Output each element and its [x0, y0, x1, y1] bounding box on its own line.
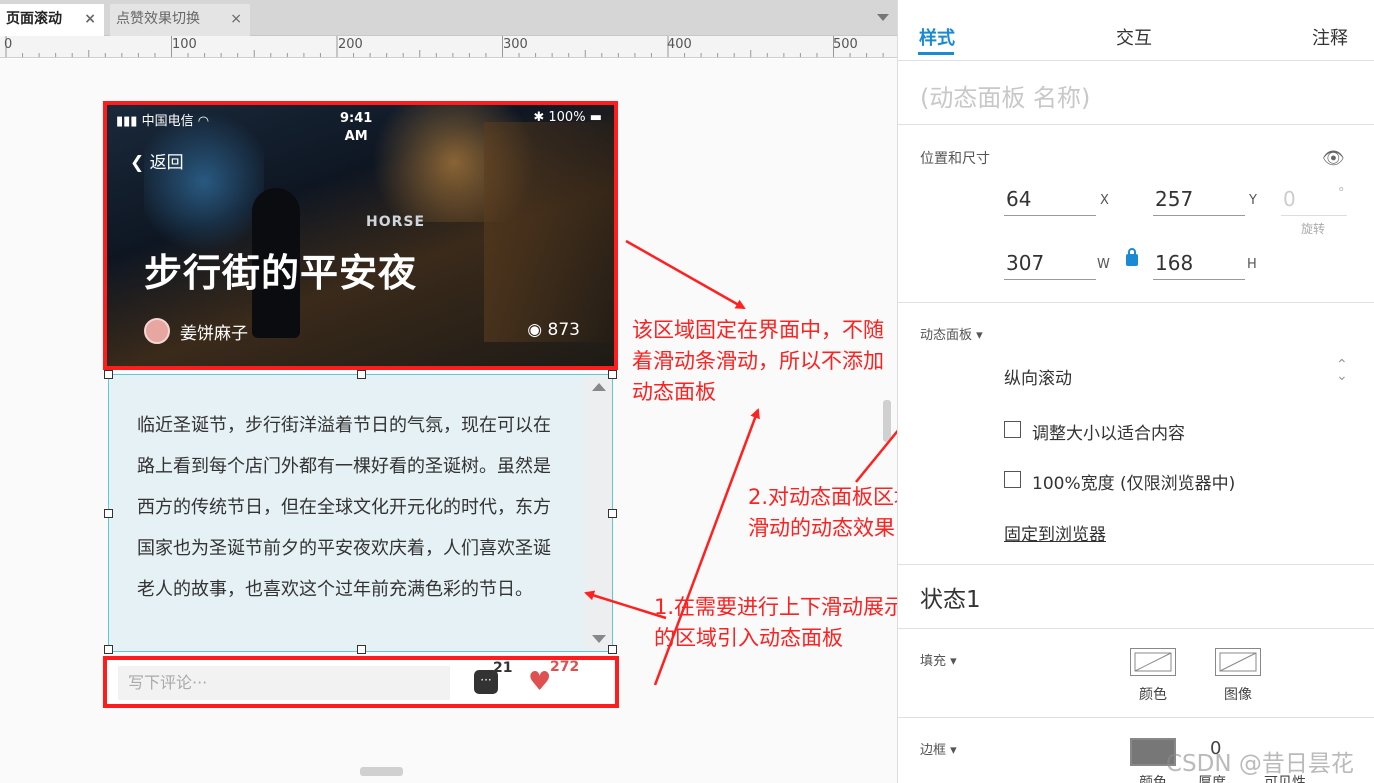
fit-content-label: 调整大小以适合内容 — [1032, 424, 1185, 444]
rotation-unit: ° — [1338, 186, 1345, 201]
divider — [898, 564, 1374, 565]
arrow-to-panel — [584, 590, 667, 620]
eye-icon[interactable]: 👁 — [1322, 148, 1345, 169]
tab-notes[interactable]: 注释 — [1312, 24, 1348, 50]
fill-label[interactable]: 填充 ▾ — [920, 650, 957, 669]
fill-image-swatch[interactable] — [1215, 648, 1261, 676]
arrow-from-step1 — [653, 408, 760, 686]
divider — [898, 60, 1374, 61]
tab-style[interactable]: 样式 — [919, 24, 955, 50]
fill-image-label: 图像 — [1224, 687, 1252, 703]
width-field[interactable]: 307 — [1004, 248, 1096, 280]
active-tab-indicator — [918, 52, 954, 55]
divider — [898, 628, 1374, 629]
y-label: Y — [1249, 193, 1257, 208]
pin-to-browser-link[interactable]: 固定到浏览器 — [1004, 520, 1106, 545]
fill-color-label: 颜色 — [1139, 687, 1167, 703]
x-label: X — [1100, 193, 1109, 208]
tab-interaction[interactable]: 交互 — [1116, 24, 1152, 50]
fill-color-swatch[interactable] — [1130, 648, 1176, 676]
inspector-panel: 样式 交互 注释 (动态面板 名称) 位置和尺寸 👁 64 X 257 Y 0 … — [897, 0, 1374, 783]
full-width-label: 100%宽度 (仅限浏览器中) — [1032, 474, 1236, 494]
border-color-label: 颜色 — [1139, 775, 1167, 783]
divider — [898, 717, 1374, 718]
h-label: H — [1247, 257, 1257, 272]
empty-fill-icon — [1134, 652, 1172, 672]
divider — [898, 302, 1374, 303]
fit-content-checkbox[interactable] — [1004, 421, 1021, 438]
w-label: W — [1097, 257, 1110, 272]
panel-name-input[interactable]: (动态面板 名称) — [920, 78, 1090, 113]
state-name[interactable]: 状态1 — [920, 580, 981, 614]
y-field[interactable]: 257 — [1153, 184, 1245, 216]
scroll-mode-select[interactable]: 纵向滚动 — [1004, 364, 1072, 389]
divider — [898, 124, 1374, 125]
full-width-checkbox[interactable] — [1004, 471, 1021, 488]
position-size-label: 位置和尺寸 — [920, 151, 990, 167]
height-field[interactable]: 168 — [1153, 248, 1245, 280]
dynamic-panel-label[interactable]: 动态面板 ▾ — [920, 324, 983, 343]
app-root: 页面滚动 × 点赞效果切换 × 0 100 200 300 400 500 HO… — [0, 0, 1374, 783]
select-caret-icon[interactable]: ⌃ ⌄ — [1336, 358, 1348, 383]
x-field[interactable]: 64 — [1004, 184, 1096, 216]
lock-icon[interactable] — [1126, 248, 1138, 266]
rotation-label: 旋转 — [1301, 222, 1326, 236]
empty-image-icon — [1219, 652, 1257, 672]
arrow-to-fixed-note — [625, 239, 746, 310]
border-label[interactable]: 边框 ▾ — [920, 739, 957, 758]
watermark: CSDN @昔日昙花 — [1166, 751, 1354, 777]
